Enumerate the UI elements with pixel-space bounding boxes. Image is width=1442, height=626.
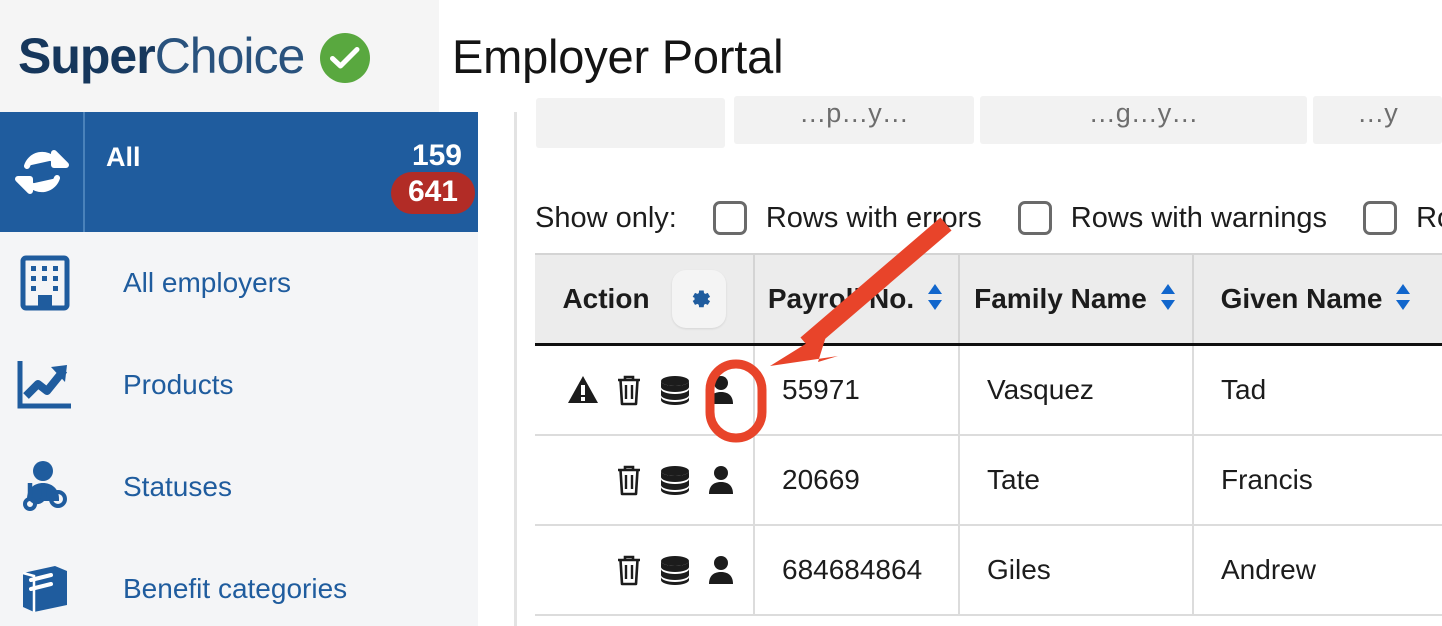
cell-payroll-no: 20669	[755, 436, 960, 524]
book-icon	[13, 557, 77, 621]
logo-text-super: Super	[18, 28, 156, 84]
sidebar-item-all-employers[interactable]: All employers	[0, 232, 478, 334]
cell-given-name: Andrew	[1194, 526, 1440, 614]
main-content: …p…y… …g…y… …y Show only: Rows with erro…	[478, 96, 1442, 626]
action-icon-group	[535, 464, 753, 496]
sidebar-all-label: All	[106, 142, 141, 172]
sort-arrows-icon[interactable]	[1158, 282, 1178, 317]
refresh-sync-icon[interactable]	[0, 112, 85, 232]
building-icon	[13, 251, 77, 315]
column-header-label: Given Name	[1220, 283, 1383, 314]
checkbox-label: Rows with warnings	[1070, 201, 1328, 234]
cell-value: Tate	[987, 464, 1040, 495]
gear-icon[interactable]	[671, 270, 726, 328]
checkbox-label: Rows with errors	[765, 201, 982, 234]
column-header-family-name[interactable]: Family Name	[960, 255, 1194, 343]
warning-triangle-icon[interactable]	[567, 375, 599, 405]
column-header-action: Action	[535, 255, 755, 343]
green-check-circle-icon	[320, 33, 371, 83]
cell-payroll-no: 684684864	[755, 526, 960, 614]
sidebar-all-body: All 159 641	[85, 112, 478, 232]
sidebar-item-label: Benefit categories	[123, 573, 348, 604]
database-stack-icon[interactable]	[659, 465, 691, 495]
column-header-label: Action	[562, 283, 650, 314]
superchoice-logo[interactable]: SuperChoice	[18, 28, 371, 84]
table-row[interactable]: 684684864 Giles Andrew	[535, 526, 1442, 616]
table-header-row: Action Payroll No. Family Name Given Nam…	[535, 253, 1442, 346]
action-icon-group	[535, 374, 753, 406]
cell-value: Tad	[1221, 374, 1267, 405]
sidebar-item-label: Products	[123, 369, 234, 400]
tab-1[interactable]	[536, 98, 725, 148]
sidebar: All 159 641 All employers Products Statu…	[0, 112, 478, 626]
cell-value: 55971	[782, 374, 860, 405]
trash-icon[interactable]	[616, 554, 642, 586]
employee-table: Action Payroll No. Family Name Given Nam…	[535, 253, 1442, 616]
column-header-label: Family Name	[974, 283, 1147, 314]
sidebar-all-badge: 641	[390, 172, 475, 214]
person-icon[interactable]	[708, 375, 734, 405]
action-icon-group	[535, 554, 753, 586]
row-actions	[535, 346, 755, 434]
column-header-given-name[interactable]: Given Name	[1194, 255, 1440, 343]
logo-wordmark: SuperChoice	[18, 28, 306, 84]
person-icon[interactable]	[708, 555, 734, 585]
sidebar-all-count: 159	[411, 139, 462, 172]
database-stack-icon[interactable]	[659, 375, 691, 405]
sort-arrows-icon[interactable]	[925, 282, 945, 317]
tab-label: …p…y…	[799, 98, 909, 128]
tab-label: …g…y…	[1088, 98, 1199, 128]
table-row[interactable]: 55971 Vasquez Tad	[535, 346, 1442, 436]
row-actions	[535, 436, 755, 524]
tab-2[interactable]: …p…y…	[734, 96, 974, 144]
page-title: Employer Portal	[452, 30, 784, 83]
sidebar-item-products[interactable]: Products	[0, 334, 478, 436]
cell-given-name: Francis	[1194, 436, 1440, 524]
cell-value: 684684864	[782, 554, 923, 585]
filter-rows-third[interactable]: Ro	[1363, 201, 1442, 235]
person-icon[interactable]	[708, 465, 734, 495]
sidebar-item-statuses[interactable]: Statuses	[0, 436, 478, 538]
cell-family-name: Vasquez	[960, 346, 1194, 434]
logo-text-choice: Choice	[154, 28, 306, 84]
cell-given-name: Tad	[1194, 346, 1440, 434]
cell-value: Vasquez	[987, 374, 1094, 405]
show-only-filters: Show only: Rows with errors Rows with wa…	[535, 188, 1442, 248]
trending-chart-icon	[13, 353, 77, 417]
cell-value: Andrew	[1221, 554, 1316, 585]
checkbox-label: Ro	[1416, 201, 1442, 234]
app-root: SuperChoice Employer Portal All 159 641	[0, 0, 1442, 626]
cell-family-name: Tate	[960, 436, 1194, 524]
column-header-payroll-no[interactable]: Payroll No.	[755, 255, 960, 343]
show-only-label: Show only:	[535, 201, 677, 234]
column-header-label: Payroll No.	[767, 283, 915, 314]
row-actions	[535, 526, 755, 614]
sort-arrows-icon[interactable]	[1393, 282, 1413, 317]
sidebar-item-benefit-categories[interactable]: Benefit categories	[0, 538, 478, 626]
sidebar-item-label: Statuses	[123, 471, 232, 502]
cell-value: 20669	[782, 464, 860, 495]
checkbox-rows-with-warnings[interactable]	[1017, 201, 1052, 235]
tab-3[interactable]: …g…y…	[980, 96, 1307, 144]
sidebar-item-all[interactable]: All 159 641	[0, 112, 478, 232]
cell-value: Francis	[1221, 464, 1313, 495]
filter-rows-with-warnings[interactable]: Rows with warnings	[1017, 201, 1328, 235]
tab-label: …y	[1357, 98, 1398, 128]
sidebar-item-label: All employers	[123, 267, 292, 298]
trash-icon[interactable]	[616, 374, 642, 406]
cell-value: Giles	[987, 554, 1051, 585]
doctor-stethoscope-icon	[13, 455, 77, 519]
checkbox-rows-with-errors[interactable]	[712, 201, 747, 235]
content-divider	[514, 112, 517, 626]
cell-family-name: Giles	[960, 526, 1194, 614]
filter-rows-with-errors[interactable]: Rows with errors	[712, 201, 982, 235]
cell-payroll-no: 55971	[755, 346, 960, 434]
database-stack-icon[interactable]	[659, 555, 691, 585]
tab-4[interactable]: …y	[1313, 96, 1442, 144]
trash-icon[interactable]	[616, 464, 642, 496]
checkbox-rows-third[interactable]	[1363, 201, 1398, 235]
table-row[interactable]: 20669 Tate Francis	[535, 436, 1442, 526]
tab-strip: …p…y… …g…y… …y	[536, 96, 1442, 156]
